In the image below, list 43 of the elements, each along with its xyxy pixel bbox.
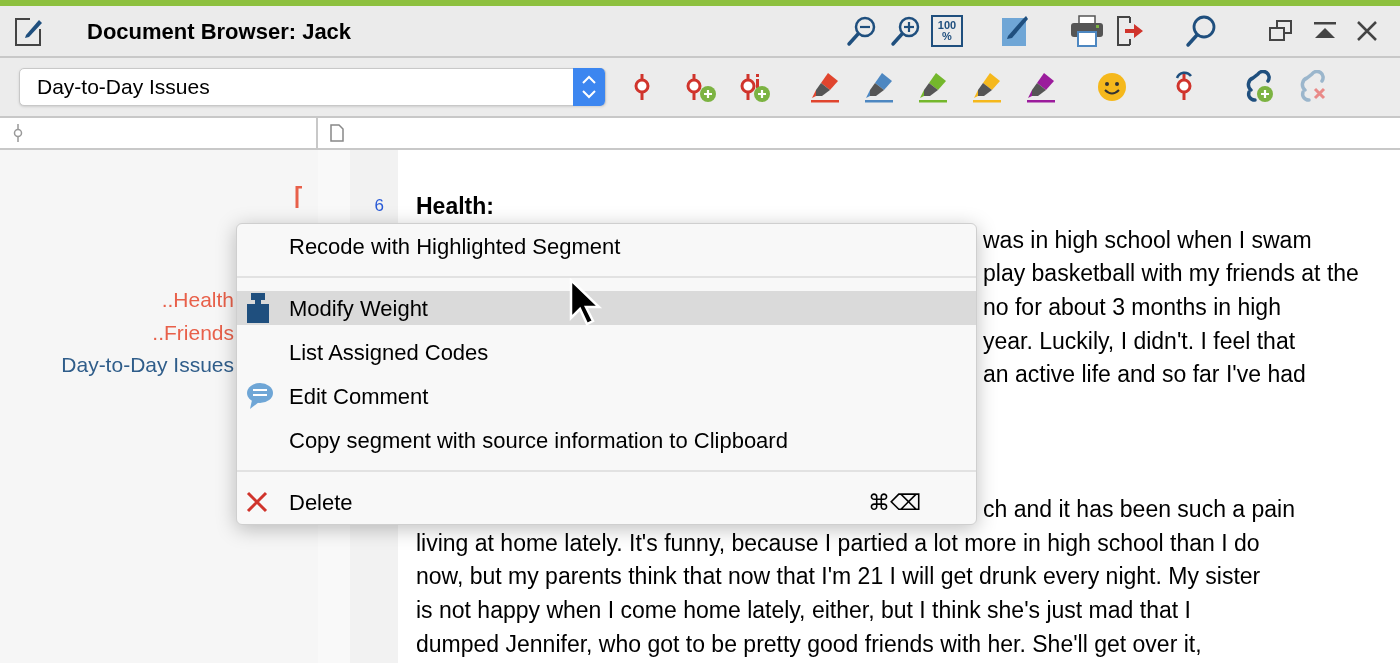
shortcut-label: ⌘⌫ [867, 488, 921, 517]
weight-icon [246, 292, 270, 324]
menu-item[interactable]: Copy segment with source information to Clipboard [237, 423, 976, 457]
highlighter-swatch-icon[interactable] [1024, 70, 1058, 104]
code-pin-icon [12, 124, 24, 142]
stepper-icon[interactable] [573, 68, 605, 106]
highlighter-swatch-icon[interactable] [970, 70, 1004, 104]
document-icon [330, 124, 344, 142]
document-text: living at home lately. It's funny, because I partied a lot more in high school than I do [416, 529, 1260, 556]
menu-item[interactable]: List Assigned Codes [237, 335, 976, 369]
document-text: is not happy when I come home lately, either, but I think she's just mad that I [416, 597, 1191, 624]
smiley-icon[interactable] [1097, 72, 1127, 102]
collapse-icon[interactable] [1313, 21, 1337, 41]
line-number: 6 [374, 195, 384, 216]
edit-document-icon[interactable] [14, 15, 44, 47]
coding-stripe-bracket [295, 186, 303, 208]
close-icon[interactable] [1356, 20, 1378, 42]
print-icon[interactable] [1070, 14, 1104, 48]
document-text: was in high school when I swam [983, 226, 1312, 253]
restore-window-icon[interactable] [1268, 19, 1294, 43]
document-text: now, but my parents think that now that I'm 21 I will get drunk every night. My sister [416, 563, 1261, 590]
highlighter-swatch-icon[interactable] [808, 70, 842, 104]
delete-icon [246, 491, 268, 513]
document-text: year. Luckily, I didn't. I feel that [983, 327, 1296, 354]
search-icon[interactable] [1184, 14, 1218, 48]
edit-memo-icon[interactable] [1000, 14, 1028, 48]
highlighter-swatch-icon[interactable] [916, 70, 950, 104]
code-dropdown[interactable]: Day-to-Day Issues [19, 68, 606, 106]
document-text: no for about 3 months in high [983, 293, 1281, 320]
window-title: Document Browser: Jack [87, 17, 352, 46]
menu-item[interactable]: Edit Comment [237, 379, 976, 413]
speech-bubble-icon [246, 382, 274, 410]
zoom-reset-button[interactable]: 100 % [931, 15, 963, 47]
menu-item[interactable]: Modify Weight [237, 291, 976, 325]
document-text: an active life and so far I've had [983, 361, 1306, 388]
document-text: play basketball with my friends at the [983, 260, 1359, 287]
document-text: dumped Jennifer, who got to be pretty good friends with her. She'll get over it, [416, 630, 1202, 657]
code-label[interactable]: Day-to-Day Issues [61, 349, 234, 382]
menu-item[interactable]: Recode with Highlighted Segment [237, 229, 976, 263]
highlighter-swatch-icon[interactable] [862, 70, 896, 104]
menu-item[interactable]: Delete ⌘⌫ [237, 485, 976, 519]
section-heading: Health: [416, 192, 494, 219]
document-text: ch and it has been such a pain [983, 495, 1295, 522]
